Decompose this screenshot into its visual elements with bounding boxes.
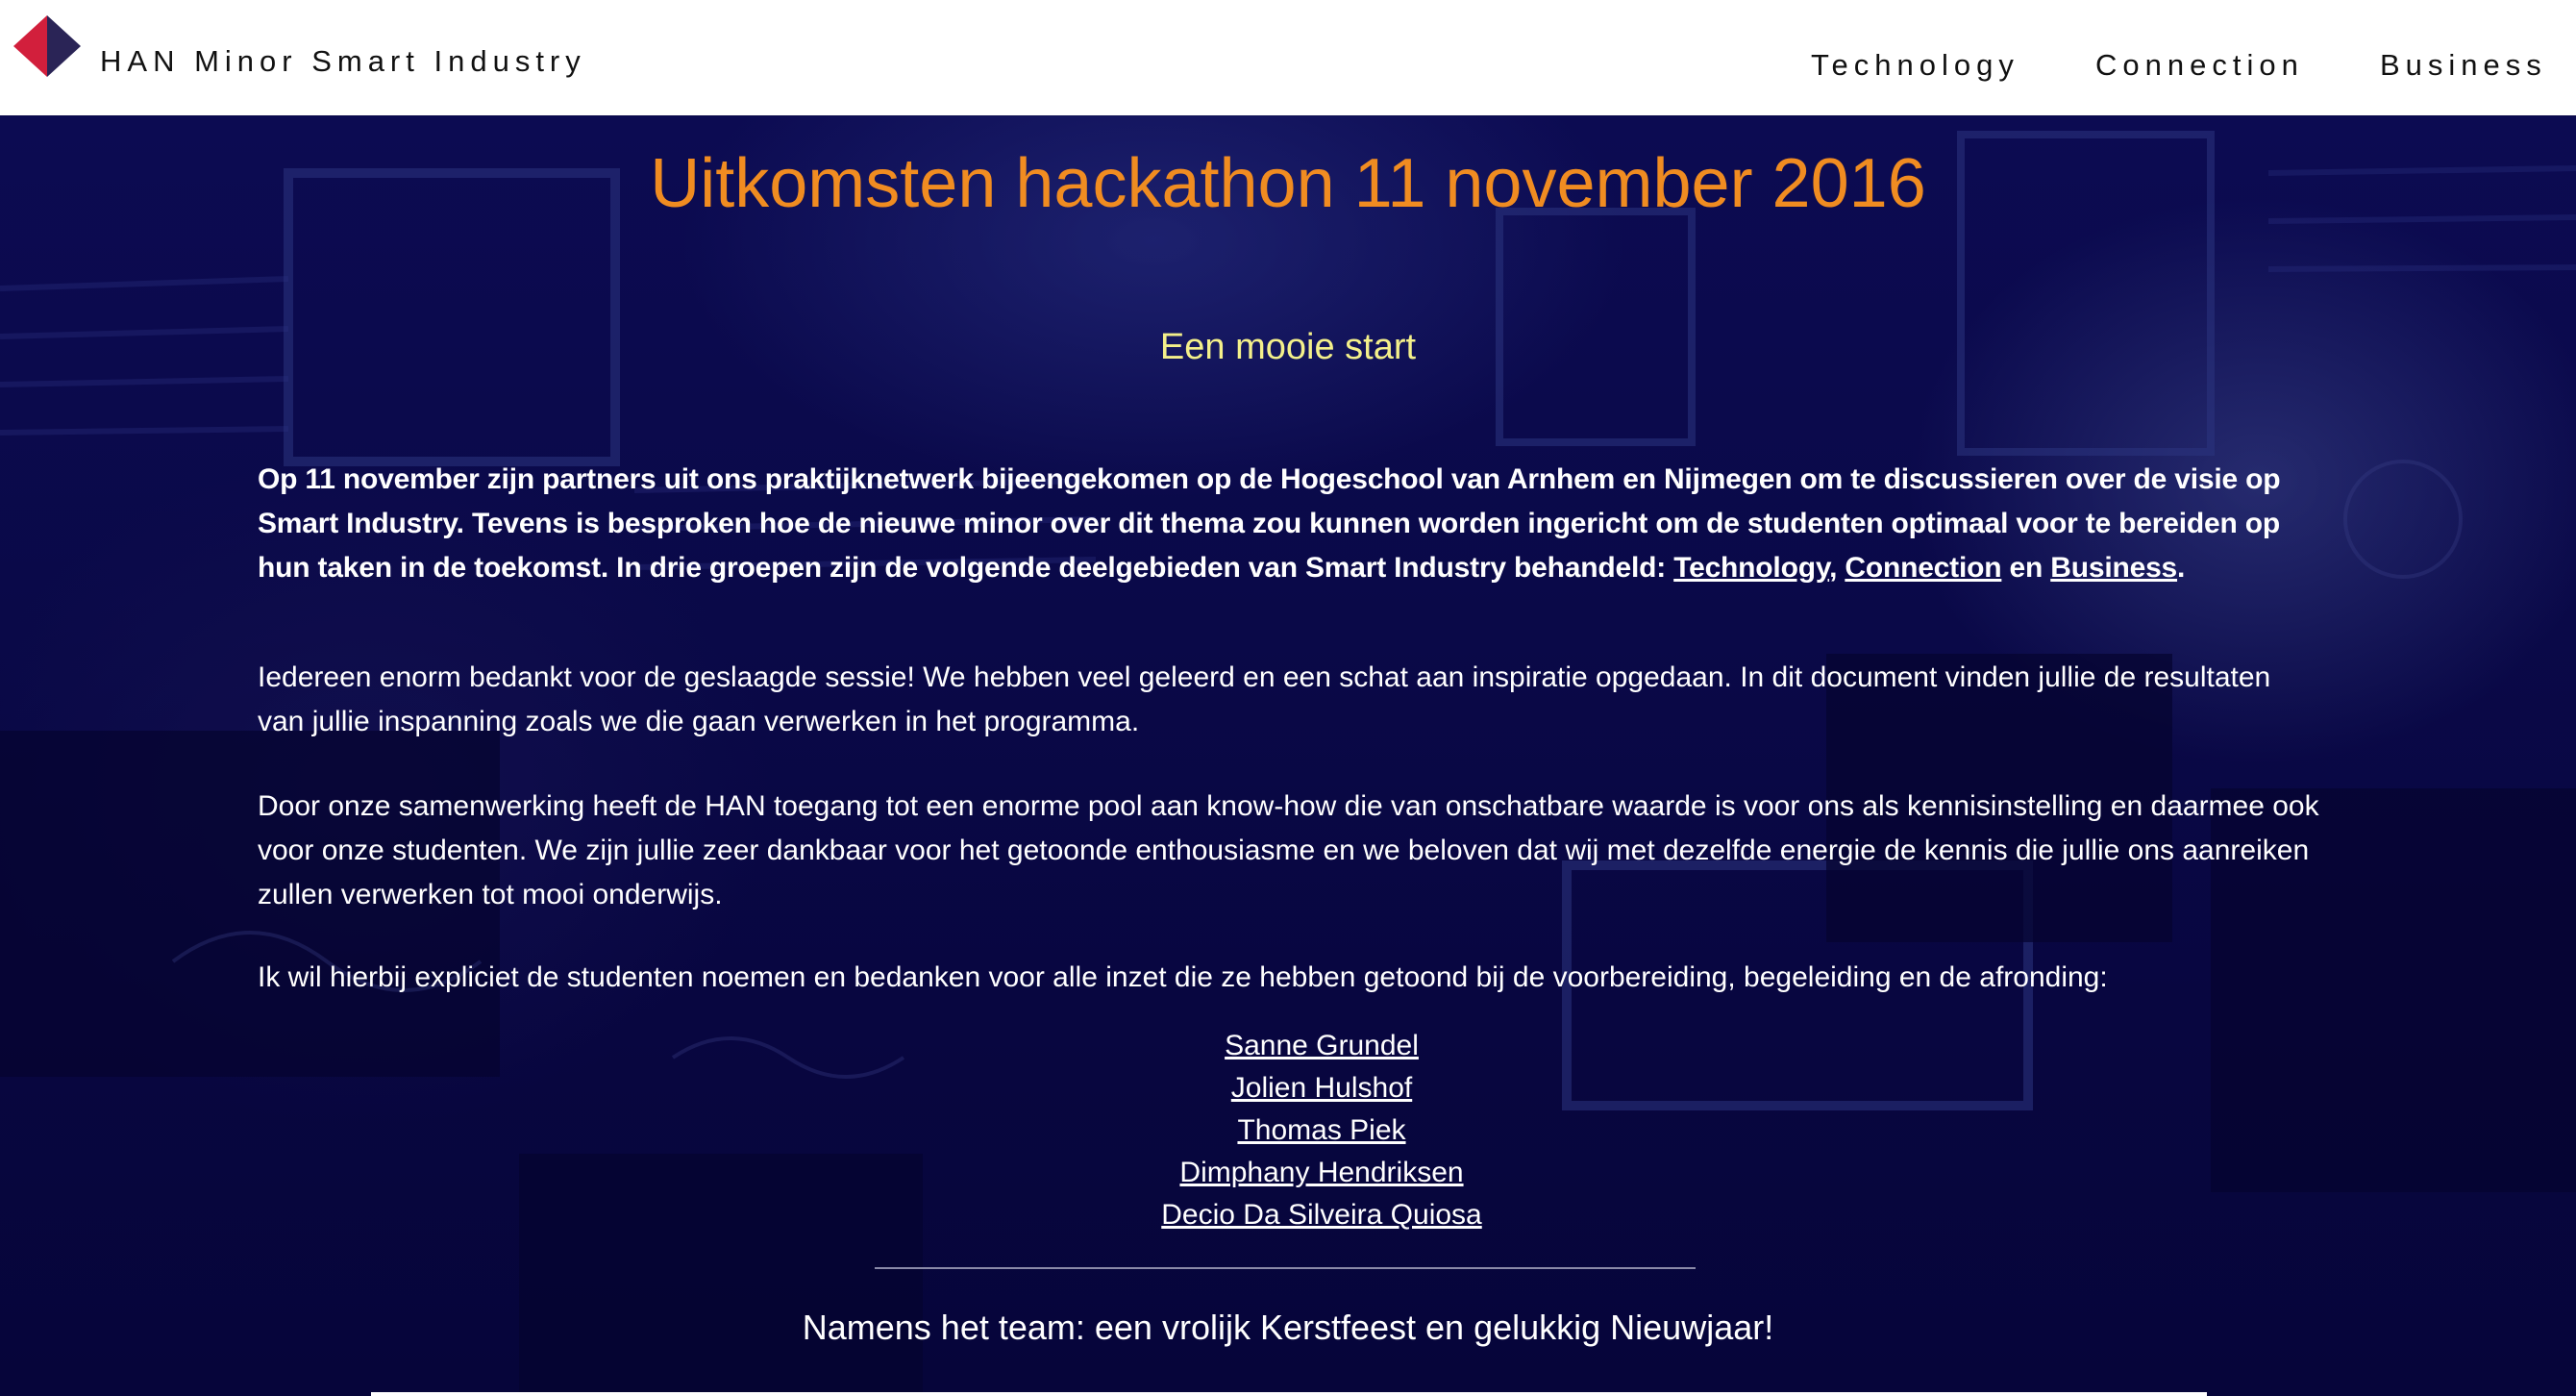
student-link[interactable]: Sanne Grundel bbox=[0, 1025, 2576, 1067]
bottom-divider bbox=[371, 1392, 2207, 1396]
intro-separator: en bbox=[2001, 552, 2051, 584]
student-link[interactable]: Jolien Hulshof bbox=[0, 1067, 2576, 1109]
student-link[interactable]: Dimphany Hendriksen bbox=[0, 1152, 2576, 1194]
thanks-paragraph: Iedereen enorm bedankt voor de geslaagde… bbox=[258, 661, 2271, 737]
nav-business[interactable]: Business bbox=[2380, 48, 2547, 83]
site-brand[interactable]: HAN Minor Smart Industry bbox=[100, 44, 586, 79]
student-link[interactable]: Thomas Piek bbox=[0, 1109, 2576, 1152]
cooperation-paragraph: Door onze samenwerking heeft de HAN toeg… bbox=[258, 790, 2319, 910]
divider bbox=[875, 1267, 1696, 1269]
closing-message: Namens het team: een vrolijk Kerstfeest … bbox=[802, 1308, 1774, 1347]
hero-section: Uitkomsten hackathon 11 november 2016 Ee… bbox=[0, 115, 2576, 1396]
link-technology[interactable]: Technology bbox=[1673, 552, 1829, 584]
link-connection[interactable]: Connection bbox=[1845, 552, 2001, 584]
intro-separator: , bbox=[1829, 552, 1845, 584]
section-subtitle: Een mooie start bbox=[1159, 327, 1417, 367]
student-list: Sanne Grundel Jolien Hulshof Thomas Piek… bbox=[0, 1025, 2576, 1236]
link-business[interactable]: Business bbox=[2050, 552, 2177, 584]
students-intro-paragraph: Ik wil hierbij expliciet de studenten no… bbox=[258, 961, 2108, 993]
han-logo-icon[interactable] bbox=[13, 15, 81, 77]
nav-connection[interactable]: Connection bbox=[2095, 48, 2304, 83]
page-title: Uitkomsten hackathon 11 november 2016 bbox=[650, 145, 1926, 222]
student-link[interactable]: Decio Da Silveira Quiosa bbox=[0, 1194, 2576, 1236]
nav-technology[interactable]: Technology bbox=[1811, 48, 2019, 83]
intro-paragraph: Op 11 november zijn partners uit ons pra… bbox=[258, 458, 2324, 590]
intro-end: . bbox=[2177, 552, 2186, 584]
top-navigation-bar: HAN Minor Smart Industry Technology Conn… bbox=[0, 0, 2576, 115]
